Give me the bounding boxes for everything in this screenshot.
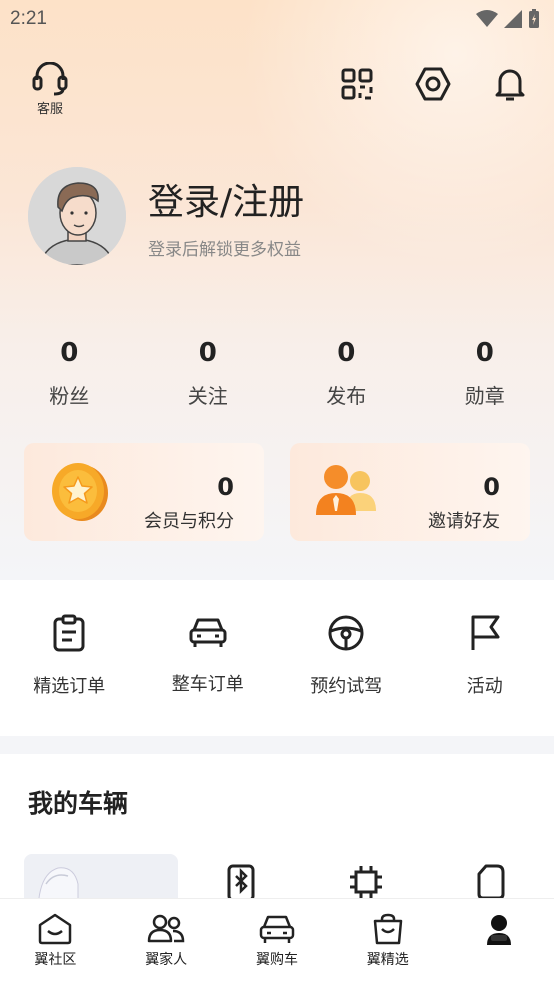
clipboard-icon	[53, 614, 85, 652]
stat-badges[interactable]: 0 勋章	[416, 338, 554, 409]
frame-icon	[349, 866, 382, 898]
vehicle-function-icons	[178, 864, 554, 900]
stat-following[interactable]: 0 关注	[139, 338, 278, 409]
membership-points-card[interactable]: 0 会员与积分	[24, 443, 264, 541]
signal-icon	[504, 10, 522, 28]
qr-scan-button[interactable]	[337, 64, 377, 104]
tab-label: 翼社区	[34, 952, 77, 968]
notifications-button[interactable]	[490, 64, 530, 104]
points-label: 会员与积分	[144, 511, 234, 532]
stat-fans[interactable]: 0 粉丝	[0, 338, 139, 409]
star-coin-icon	[52, 463, 108, 521]
chip-button[interactable]	[303, 864, 428, 900]
stat-label: 粉丝	[49, 384, 90, 408]
status-time: 2:21	[10, 8, 47, 29]
family-icon	[147, 914, 185, 943]
order-label: 预约试驾	[310, 676, 383, 697]
order-item-selected-orders[interactable]: 精选订单	[0, 580, 139, 736]
bottom-tab-bar: 翼社区 翼家人 翼购车 翼精选	[0, 898, 554, 984]
order-item-vehicle-orders[interactable]: 整车订单	[139, 580, 278, 736]
tab-label: 翼精选	[366, 952, 409, 968]
my-vehicles-title: 我的车辆	[28, 789, 129, 818]
tab-community[interactable]: 翼社区	[0, 899, 111, 984]
settings-hexagon-icon	[415, 67, 451, 101]
header-glow	[203, 0, 554, 331]
tab-buy-car[interactable]: 翼购车	[222, 899, 333, 984]
stat-value: 0	[60, 338, 79, 368]
stat-value: 0	[337, 338, 356, 368]
shopping-bag-icon	[373, 913, 403, 945]
top-actions: 客服	[0, 62, 554, 122]
user-stats: 0 粉丝 0 关注 0 发布 0 勋章	[0, 338, 554, 409]
battery-icon	[529, 9, 539, 28]
status-bar: 2:21	[0, 0, 554, 38]
order-label: 整车订单	[171, 674, 244, 695]
order-item-activities[interactable]: 活动	[416, 580, 554, 736]
community-icon	[39, 913, 72, 945]
avatar[interactable]	[28, 167, 126, 265]
stat-posts[interactable]: 0 发布	[277, 338, 416, 409]
customer-service-label: 客服	[36, 102, 63, 117]
profile-icon	[486, 915, 511, 945]
invite-label: 邀请好友	[428, 511, 500, 532]
login-register-title[interactable]: 登录/注册	[148, 173, 304, 225]
car-icon	[259, 915, 295, 943]
tab-label: 翼家人	[145, 952, 188, 968]
flag-icon	[471, 615, 500, 650]
settings-button[interactable]	[413, 64, 453, 104]
tab-family[interactable]: 翼家人	[111, 899, 222, 984]
stat-label: 勋章	[464, 384, 505, 408]
points-value: 0	[217, 473, 234, 501]
stat-value: 0	[198, 338, 217, 368]
profile-text: 登录/注册 登录后解锁更多权益	[148, 173, 304, 260]
login-subtitle: 登录后解锁更多权益	[148, 239, 301, 260]
tab-profile[interactable]	[443, 899, 554, 984]
bell-icon	[495, 69, 525, 101]
document-button[interactable]	[428, 864, 553, 900]
qr-code-icon	[341, 68, 373, 100]
profile-login[interactable]: 登录/注册 登录后解锁更多权益	[28, 167, 304, 265]
stat-label: 关注	[187, 384, 228, 408]
customer-service-button[interactable]: 客服	[28, 62, 72, 117]
wifi-icon	[476, 10, 498, 27]
steering-wheel-icon	[328, 615, 364, 651]
invite-value: 0	[483, 473, 500, 501]
default-avatar-icon	[28, 167, 126, 265]
stat-label: 发布	[326, 384, 367, 408]
tab-selection[interactable]: 翼精选	[332, 899, 443, 984]
people-icon	[316, 465, 376, 515]
orders-section: 精选订单 整车订单 预约试驾 活动	[0, 580, 554, 736]
document-icon	[477, 864, 504, 900]
invite-friends-card[interactable]: 0 邀请好友	[290, 443, 530, 541]
benefit-cards: 0 会员与积分 0 邀请好友	[24, 443, 530, 541]
stat-value: 0	[475, 338, 494, 368]
bluetooth-key-icon	[227, 864, 254, 900]
car-icon	[189, 618, 227, 647]
order-label: 活动	[466, 676, 503, 697]
headset-icon	[32, 62, 68, 96]
bluetooth-key-button[interactable]	[178, 864, 303, 900]
order-label: 精选订单	[33, 676, 106, 697]
order-item-test-drive[interactable]: 预约试驾	[277, 580, 416, 736]
status-icons	[476, 9, 540, 29]
tab-label: 翼购车	[255, 952, 298, 968]
